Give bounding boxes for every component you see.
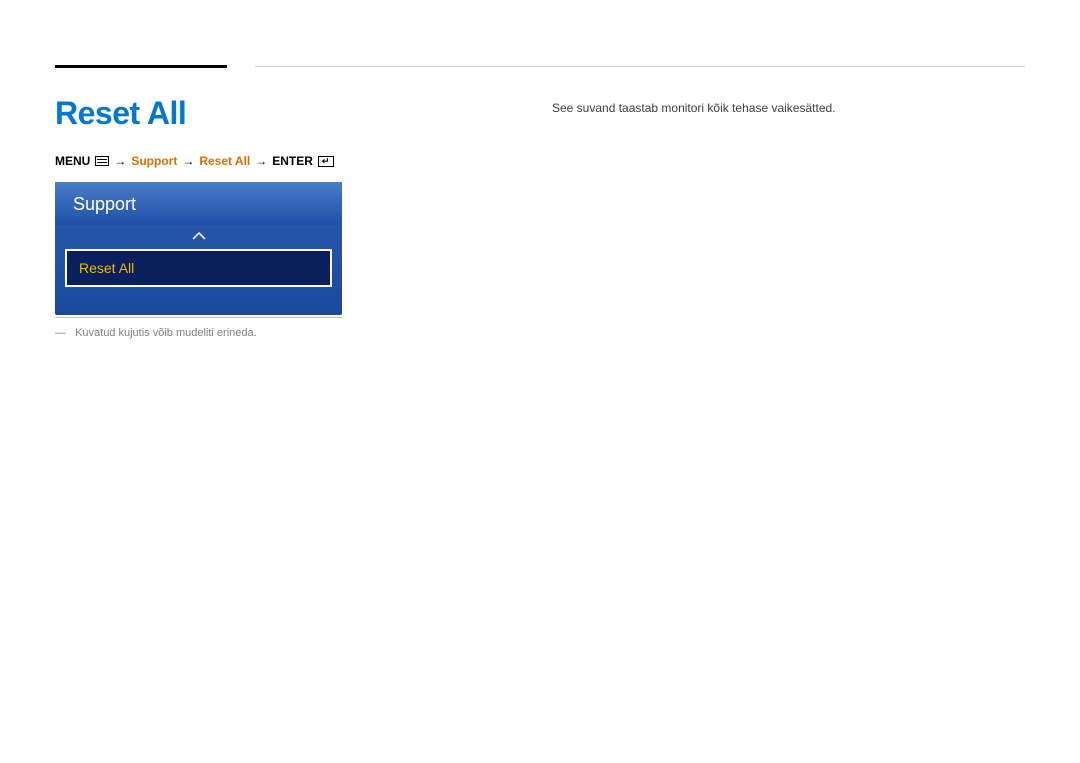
menu-item-reset-all[interactable]: Reset All: [65, 249, 332, 287]
breadcrumb-menu: MENU: [55, 154, 90, 168]
breadcrumb-resetall: Reset All: [199, 154, 250, 168]
enter-icon: [318, 156, 334, 167]
breadcrumb-arrow: →: [114, 154, 126, 168]
caption-content: Kuvatud kujutis võib mudeliti erineda.: [75, 327, 257, 339]
scroll-up-arrow[interactable]: [55, 225, 342, 249]
page-title: Reset All: [55, 95, 186, 132]
menu-icon: [95, 156, 109, 166]
support-menu: Support Reset All: [55, 182, 342, 315]
caption-text: ― Kuvatud kujutis võib mudeliti erineda.: [55, 327, 257, 339]
caption-divider: [55, 317, 342, 318]
chevron-up-icon: [192, 232, 206, 240]
page-top-bar: [55, 65, 227, 68]
breadcrumb-arrow: →: [255, 154, 267, 168]
caption-dash: ―: [55, 327, 66, 339]
breadcrumb: MENU → Support → Reset All → ENTER: [55, 154, 334, 168]
description-text: See suvand taastab monitori kõik tehase …: [552, 101, 836, 115]
page-top-line: [255, 66, 1025, 67]
breadcrumb-support: Support: [131, 154, 177, 168]
menu-header: Support: [55, 182, 342, 225]
breadcrumb-enter: ENTER: [272, 154, 313, 168]
breadcrumb-arrow: →: [182, 154, 194, 168]
